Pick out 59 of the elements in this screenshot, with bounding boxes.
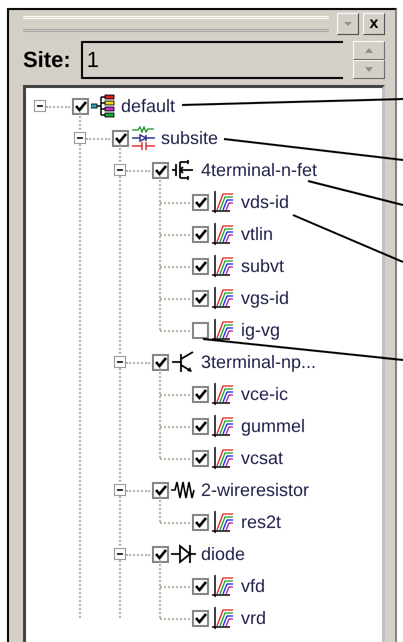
tree-item-label[interactable]: default: [121, 96, 176, 116]
tree-item-label[interactable]: 4terminal-n-fet: [201, 160, 318, 180]
tree-item-label[interactable]: vds-id: [241, 192, 290, 212]
collapse-toggle[interactable]: [114, 484, 126, 496]
checkbox[interactable]: [192, 450, 209, 466]
checkbox[interactable]: [152, 546, 169, 562]
minus-icon: [116, 166, 124, 174]
components-icon: [131, 126, 157, 150]
checkbox[interactable]: [192, 514, 209, 530]
minus-icon: [76, 134, 84, 142]
spin-down-button[interactable]: [353, 60, 385, 79]
checkbox[interactable]: [72, 98, 89, 114]
collapse-toggle[interactable]: [114, 548, 126, 560]
checkbox[interactable]: [192, 418, 209, 434]
checkbox[interactable]: [192, 610, 209, 626]
minus-icon: [116, 358, 124, 366]
caret-icon: [365, 48, 373, 53]
tree-item-label[interactable]: 2-wireresistor: [201, 480, 310, 500]
tree-item-label[interactable]: ig-vg: [241, 320, 280, 340]
checkbox[interactable]: [192, 386, 209, 402]
site-label: Site:: [23, 47, 71, 73]
tree-item-label[interactable]: vfd: [241, 576, 266, 596]
checkbox[interactable]: [192, 226, 209, 242]
tree-item-label[interactable]: res2t: [241, 512, 282, 532]
diode-icon: [171, 542, 197, 566]
collapse-toggle[interactable]: [114, 164, 126, 176]
close-button[interactable]: x: [363, 13, 385, 35]
tree-item-label[interactable]: subsite: [161, 128, 218, 148]
checkbox[interactable]: [112, 130, 129, 146]
tree-item-label[interactable]: vce-ic: [241, 384, 288, 404]
tree-item-label[interactable]: 3terminal-np...: [201, 352, 316, 372]
checkbox[interactable]: [152, 482, 169, 498]
checkbox[interactable]: [192, 194, 209, 210]
site-field[interactable]: 1: [80, 41, 343, 79]
collapse-toggle[interactable]: [34, 100, 46, 112]
collapse-toggle[interactable]: [74, 132, 86, 144]
hierarchy-icon: [91, 94, 117, 118]
minus-icon: [36, 102, 44, 110]
tree-item-label[interactable]: vgs-id: [241, 288, 290, 308]
caret-icon: [365, 67, 373, 72]
tree-item-label[interactable]: subvt: [241, 256, 284, 276]
tree-item-label[interactable]: vrd: [241, 608, 266, 628]
minus-icon: [116, 550, 124, 558]
tree-item-label[interactable]: vcsat: [241, 448, 284, 468]
checkbox[interactable]: [152, 162, 169, 178]
checkbox[interactable]: [192, 322, 209, 338]
checkbox[interactable]: [192, 290, 209, 306]
checkbox[interactable]: [192, 578, 209, 594]
tree-item-label[interactable]: diode: [201, 544, 246, 564]
checkbox[interactable]: [152, 354, 169, 370]
grip-bar[interactable]: [23, 16, 329, 32]
checkbox[interactable]: [192, 258, 209, 274]
tree-item-label[interactable]: gummel: [241, 416, 306, 436]
minus-icon: [116, 486, 124, 494]
caret-icon: [343, 21, 353, 27]
spin-up-button[interactable]: [353, 41, 385, 60]
collapse-toggle[interactable]: [114, 356, 126, 368]
tree-item-label[interactable]: vtlin: [241, 224, 274, 244]
dropdown-button[interactable]: [337, 13, 359, 35]
